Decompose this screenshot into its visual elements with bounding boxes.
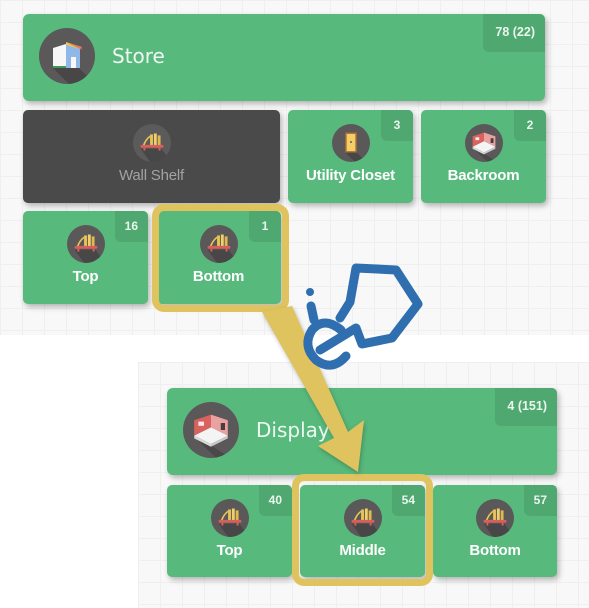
shelf-icon (210, 499, 249, 537)
count-badge: 16 (114, 211, 148, 242)
tile-bottom[interactable]: Bottom 1 (156, 211, 281, 304)
location-header-display[interactable]: Display 4 (151) (167, 388, 557, 475)
tile-top[interactable]: Top 40 (167, 485, 292, 577)
tile-bottom[interactable]: Bottom 57 (433, 485, 557, 577)
count-badge: 57 (523, 485, 557, 516)
tile-utility-closet[interactable]: Utility Closet 3 (288, 110, 413, 203)
tile-label: Middle (339, 542, 386, 559)
count-badge: 78 (22) (483, 14, 545, 52)
count-badge: 1 (249, 211, 281, 242)
tile-top[interactable]: Top 16 (23, 211, 148, 304)
count-badge: 40 (258, 485, 292, 516)
tile-middle[interactable]: Middle 54 (300, 485, 425, 577)
tile-label: Utility Closet (306, 167, 395, 184)
shelf-icon (343, 499, 382, 537)
door-icon (331, 124, 370, 162)
count-badge: 3 (381, 110, 413, 141)
room-icon (183, 402, 239, 458)
shelf-icon (132, 124, 171, 162)
tile-backroom[interactable]: Backroom 2 (421, 110, 546, 203)
count-badge: 4 (151) (495, 388, 557, 426)
tile-label: Wall Shelf (119, 167, 184, 184)
shelf-icon (476, 499, 514, 537)
tile-label: Top (216, 542, 243, 559)
store-building-icon (39, 28, 95, 84)
tile-label: Bottom (469, 542, 521, 559)
room-icon (464, 124, 503, 162)
tile-label: Bottom (192, 268, 245, 285)
location-header-store[interactable]: Store 78 (22) (23, 14, 545, 101)
count-badge: 54 (391, 485, 425, 516)
header-label: Store (112, 44, 165, 68)
header-label: Display (256, 418, 330, 442)
shelf-icon (66, 225, 105, 263)
count-badge: 2 (514, 110, 546, 141)
tile-wall-shelf[interactable]: Wall Shelf (23, 110, 280, 203)
tile-label: Top (72, 268, 99, 285)
shelf-icon (199, 225, 238, 263)
tile-label: Backroom (447, 167, 520, 184)
